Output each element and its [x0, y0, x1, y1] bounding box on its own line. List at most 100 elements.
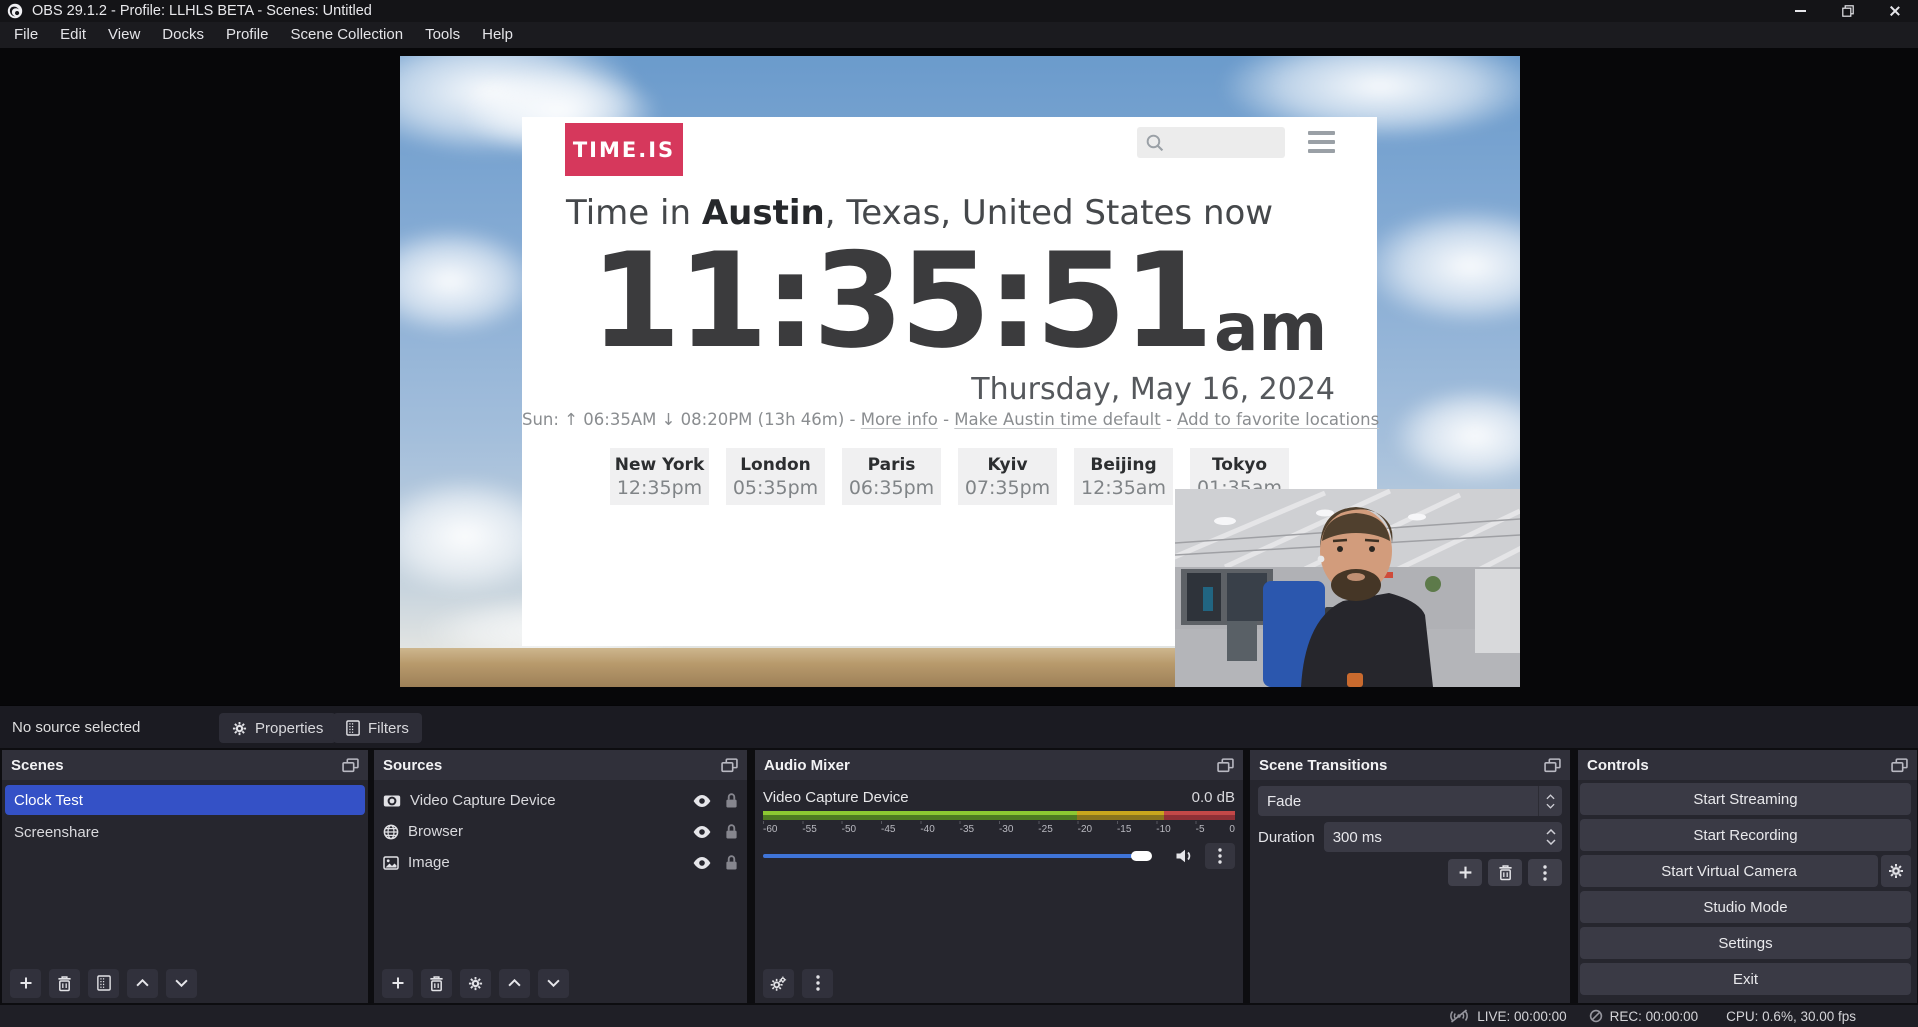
close-button[interactable] [1871, 0, 1918, 22]
transition-properties-button[interactable] [1528, 859, 1562, 886]
plus-icon [19, 976, 33, 990]
volume-slider-fill [763, 854, 1133, 858]
speaker-icon[interactable] [1175, 848, 1195, 864]
popout-icon[interactable] [721, 758, 738, 773]
volume-slider-handle[interactable] [1131, 851, 1152, 861]
scenes-title: Scenes [11, 757, 64, 774]
menu-scene-collection[interactable]: Scene Collection [280, 22, 415, 48]
controls-header: Controls [1578, 750, 1917, 780]
mixer-volume-db: 0.0 dB [1192, 789, 1235, 806]
mixer-options-button[interactable] [1205, 843, 1235, 869]
source-properties-button[interactable] [460, 969, 491, 998]
chevron-down-icon [175, 979, 188, 987]
settings-button[interactable]: Settings [1580, 927, 1911, 959]
menu-view[interactable]: View [97, 22, 151, 48]
restore-button[interactable] [1824, 0, 1871, 22]
audio-mixer-header: Audio Mixer [755, 750, 1243, 780]
program-preview[interactable]: TIME.IS Time in Austin, Texas, United St… [400, 56, 1520, 687]
mixer-menu-button[interactable] [802, 969, 833, 998]
scene-filters-icon [97, 975, 111, 991]
start-recording-button[interactable]: Start Recording [1580, 819, 1911, 851]
lock-icon[interactable] [725, 823, 738, 840]
sources-title: Sources [383, 757, 442, 774]
stream-signal-icon [1448, 1009, 1470, 1023]
menu-edit[interactable]: Edit [49, 22, 97, 48]
kebab-menu-icon [1218, 848, 1222, 864]
remove-transition-button[interactable] [1488, 859, 1522, 886]
camera-icon [383, 794, 401, 808]
spin-down-icon[interactable] [1546, 839, 1556, 845]
chevron-down-icon [1546, 803, 1555, 809]
transition-select[interactable]: Fade [1258, 786, 1562, 816]
add-scene-button[interactable] [10, 969, 41, 998]
popout-icon[interactable] [1891, 758, 1908, 773]
transition-select-arrows[interactable] [1538, 786, 1562, 816]
advanced-audio-button[interactable] [763, 969, 794, 998]
popout-icon[interactable] [1544, 758, 1561, 773]
scene-filters-button[interactable] [88, 969, 119, 998]
filters-button[interactable]: Filters [333, 713, 422, 743]
move-source-down-button[interactable] [538, 969, 569, 998]
popout-icon[interactable] [342, 758, 359, 773]
remove-source-button[interactable] [421, 969, 452, 998]
popout-icon[interactable] [1217, 758, 1234, 773]
audio-mixer-panel: Audio Mixer Video Capture Device 0.0 dB [755, 750, 1243, 1003]
source-row-browser[interactable]: Browser [374, 816, 747, 847]
live-time: LIVE: 00:00:00 [1477, 1009, 1566, 1024]
add-source-button[interactable] [382, 969, 413, 998]
obs-window: OBS 29.1.2 - Profile: LLHLS BETA - Scene… [0, 0, 1918, 1027]
controls-title: Controls [1587, 757, 1649, 774]
scene-transitions-title: Scene Transitions [1259, 757, 1387, 774]
rec-time: REC: 00:00:00 [1610, 1009, 1699, 1024]
scene-item-screenshare[interactable]: Screenshare [5, 817, 365, 847]
gear-icon [468, 976, 483, 991]
volume-slider[interactable] [763, 851, 1165, 861]
lock-icon[interactable] [725, 792, 738, 809]
title-bar: OBS 29.1.2 - Profile: LLHLS BETA - Scene… [0, 0, 1918, 22]
controls-panel: Controls Start Streaming Start Recording… [1578, 750, 1917, 1003]
start-virtual-camera-button[interactable]: Start Virtual Camera [1580, 855, 1878, 887]
status-bar: LIVE: 00:00:00 REC: 00:00:00 CPU: 0.6%, … [0, 1005, 1918, 1027]
studio-mode-button[interactable]: Studio Mode [1580, 891, 1911, 923]
source-row-image[interactable]: Image [374, 847, 747, 878]
scenes-toolbar [2, 963, 368, 1003]
window-title: OBS 29.1.2 - Profile: LLHLS BETA - Scene… [32, 3, 372, 19]
duration-spinner[interactable]: 300 ms [1324, 822, 1562, 852]
menu-tools[interactable]: Tools [414, 22, 471, 48]
virtual-camera-settings-button[interactable] [1881, 855, 1911, 887]
menu-profile[interactable]: Profile [215, 22, 280, 48]
menu-docks[interactable]: Docks [151, 22, 215, 48]
scene-transitions-header: Scene Transitions [1250, 750, 1570, 780]
start-streaming-button[interactable]: Start Streaming [1580, 783, 1911, 815]
exit-button[interactable]: Exit [1580, 963, 1911, 995]
preview-zone: TIME.IS Time in Austin, Texas, United St… [0, 48, 1918, 705]
record-icon [1589, 1009, 1603, 1023]
timeis-sun-info: Sun: ↑ 06:35AM ↓ 08:20PM (13h 46m) - Mor… [522, 410, 1377, 429]
lock-icon[interactable] [725, 854, 738, 871]
duration-label: Duration [1258, 829, 1315, 846]
scene-item-clock-test[interactable]: Clock Test [5, 785, 365, 815]
properties-button[interactable]: Properties [219, 713, 336, 743]
filters-icon [346, 720, 360, 736]
double-gear-icon [770, 976, 787, 991]
add-transition-button[interactable] [1448, 859, 1482, 886]
source-row-video-capture[interactable]: Video Capture Device [374, 785, 747, 816]
cpu-fps-stats: CPU: 0.6%, 30.00 fps [1726, 1009, 1856, 1024]
plus-icon [1458, 865, 1473, 880]
menu-help[interactable]: Help [471, 22, 524, 48]
eye-icon[interactable] [692, 794, 712, 808]
move-scene-down-button[interactable] [166, 969, 197, 998]
minimize-button[interactable] [1777, 0, 1824, 22]
move-source-up-button[interactable] [499, 969, 530, 998]
audio-mixer-title: Audio Mixer [764, 757, 850, 774]
menu-file[interactable]: File [3, 22, 49, 48]
eye-icon[interactable] [692, 856, 712, 870]
scenes-panel: Scenes Clock Test Screenshare [2, 750, 368, 1003]
city-card-newyork: New York12:35pm [610, 448, 709, 505]
remove-scene-button[interactable] [49, 969, 80, 998]
hamburger-menu-icon [1308, 131, 1335, 153]
spin-up-icon[interactable] [1546, 829, 1556, 835]
sources-panel: Sources Video Capture Device [374, 750, 747, 1003]
move-scene-up-button[interactable] [127, 969, 158, 998]
eye-icon[interactable] [692, 825, 712, 839]
